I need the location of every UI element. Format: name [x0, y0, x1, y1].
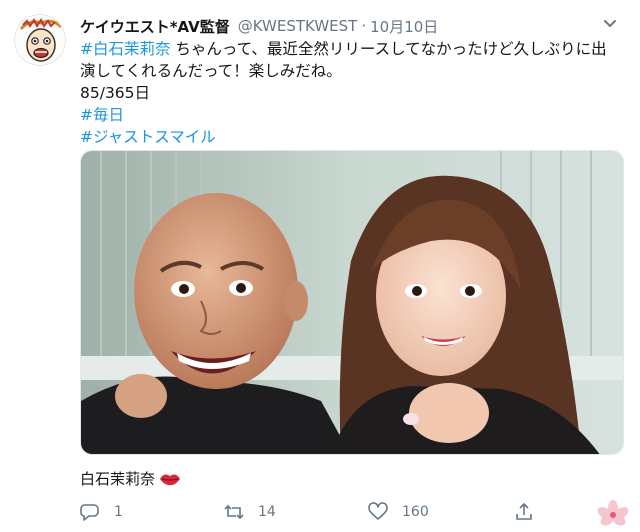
header-separator: ·: [361, 17, 367, 35]
tweet-line-2: 演してくれるんだって！楽しみだね。: [80, 62, 342, 80]
tweet-date[interactable]: 10月10日: [370, 16, 438, 37]
retweet-button[interactable]: 14: [224, 502, 276, 522]
heart-icon: [368, 502, 388, 520]
tweet-header: ケイウエスト*AV監督 @KWESTKWEST · 10月10日: [80, 14, 626, 38]
selfie-photo: [81, 151, 623, 454]
reply-icon: [80, 504, 99, 521]
tweet-card: ケイウエスト*AV監督 @KWESTKWEST · 10月10日 #白石茉莉奈 …: [0, 0, 640, 532]
hashtag-link[interactable]: #白石茉莉奈: [80, 40, 171, 58]
caption-text: 白石茉莉奈: [80, 470, 156, 488]
tweet-line-3: 85/365日: [80, 84, 151, 102]
tweet-line-1: #白石茉莉奈 ちゃんって、最近全然リリースしてなかったけど久しぶりに出: [80, 38, 625, 60]
reply-button[interactable]: 1: [80, 502, 123, 522]
like-button[interactable]: 160: [368, 502, 429, 522]
share-button[interactable]: [514, 502, 548, 522]
tweet-photo[interactable]: [80, 150, 624, 455]
tweet-text: ちゃんって、最近全然リリースしてなかったけど久しぶりに出: [170, 40, 607, 58]
hashtag-link[interactable]: #毎日: [80, 106, 124, 124]
tweet-body: #白石茉莉奈 ちゃんって、最近全然リリースしてなかったけど久しぶりに出 演してく…: [80, 38, 625, 148]
cartoon-face-avatar-icon: [15, 15, 65, 65]
hashtag-link[interactable]: #ジャストスマイル: [80, 128, 216, 146]
flower-watermark-icon: [590, 498, 636, 530]
tweet-actions: 1 14 160: [80, 502, 550, 526]
retweet-count: 14: [258, 504, 276, 520]
chevron-down-icon[interactable]: [600, 14, 620, 34]
photo-caption: 白石茉莉奈: [80, 468, 181, 489]
retweet-icon: [224, 504, 244, 520]
reply-count: 1: [114, 504, 123, 520]
author-avatar[interactable]: [14, 14, 66, 66]
author-display-name[interactable]: ケイウエスト*AV監督: [80, 16, 230, 37]
like-count: 160: [402, 504, 429, 520]
author-handle[interactable]: @KWESTKWEST: [238, 17, 358, 35]
lips-emoji-icon: [159, 471, 181, 487]
share-icon: [516, 502, 532, 520]
